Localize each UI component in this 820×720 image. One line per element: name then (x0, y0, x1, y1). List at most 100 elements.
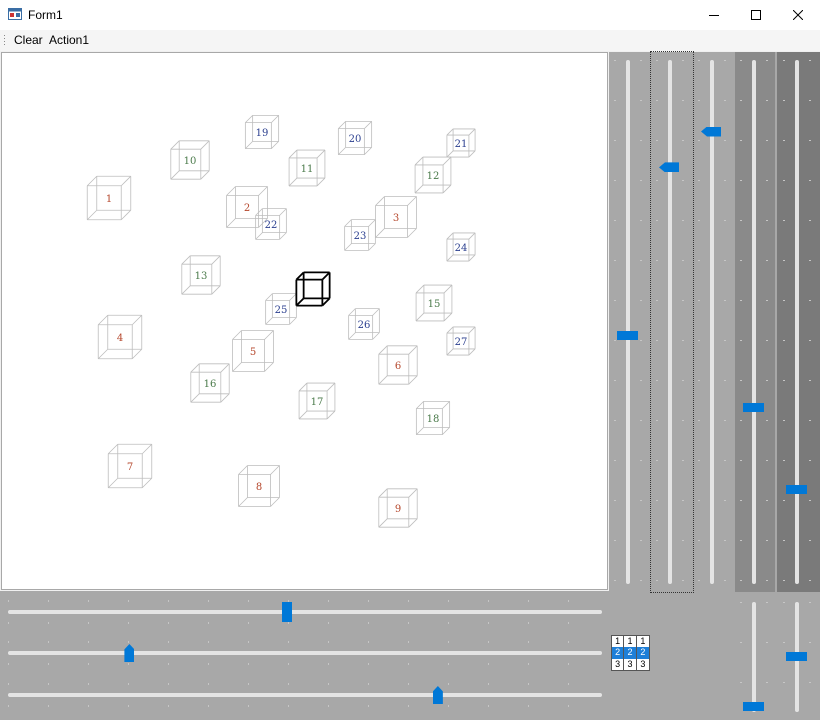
slider-thumb[interactable] (743, 403, 764, 413)
cube[interactable]: 17 (298, 382, 336, 420)
cube-label: 19 (256, 128, 269, 139)
hslider-1[interactable] (281, 602, 292, 622)
cube[interactable]: 8 (238, 465, 280, 507)
slider-ticks (8, 683, 602, 685)
grid-cell[interactable]: 1 (637, 636, 649, 647)
slider-ticks (740, 602, 742, 712)
cube[interactable]: 13 (181, 255, 221, 295)
cube-label: 17 (311, 397, 324, 408)
slider-track (752, 602, 756, 712)
cube[interactable]: 6 (378, 345, 418, 385)
grid-cell[interactable]: 3 (624, 658, 637, 670)
cube-label: 13 (195, 271, 208, 282)
menu-item-action1[interactable]: Action1 (47, 33, 91, 47)
cube[interactable]: 18 (415, 400, 451, 436)
cube-label: 11 (301, 164, 314, 175)
cube-label: 23 (354, 231, 367, 242)
cube[interactable]: 7 (107, 443, 153, 489)
window-title: Form1 (28, 8, 63, 22)
small-vslider-1[interactable] (743, 702, 764, 711)
cube[interactable]: 22 (255, 208, 287, 240)
selected-cube[interactable] (295, 271, 331, 307)
cube-label: 20 (349, 134, 362, 145)
grid-cell[interactable]: 1 (612, 636, 625, 648)
slider-ticks (682, 60, 684, 584)
cube-label: 22 (265, 220, 278, 231)
slider-ticks (8, 600, 602, 602)
cube[interactable]: 25 (265, 293, 297, 325)
small-vslider-2[interactable] (786, 652, 807, 661)
cube[interactable]: 2 (226, 186, 268, 228)
cube-label: 9 (395, 504, 401, 515)
grid-cell[interactable]: 3 (637, 659, 649, 670)
slider-ticks (8, 663, 602, 665)
cube[interactable]: 11 (288, 149, 326, 187)
cube[interactable]: 19 (244, 114, 280, 150)
slider-track (626, 60, 630, 584)
slider-thumb[interactable] (617, 331, 638, 341)
close-icon (793, 10, 803, 20)
cube-label: 3 (393, 213, 399, 224)
slider-ticks (698, 60, 700, 584)
slider-ticks (740, 60, 742, 584)
cube-label: 15 (428, 299, 441, 310)
cube-label: 24 (455, 243, 468, 254)
slider-track (8, 610, 602, 614)
slider-track (752, 60, 756, 584)
cube[interactable]: 3 (375, 196, 417, 238)
number-grid[interactable]: 1 1 1 2 2 2 3 3 3 (611, 635, 650, 671)
cube[interactable]: 23 (344, 219, 376, 251)
grid-cell-selected[interactable]: 2 (612, 647, 625, 659)
slider-ticks (783, 602, 785, 712)
cube[interactable]: 20 (337, 120, 373, 156)
cube-label: 8 (256, 482, 262, 493)
grid-cell-selected[interactable]: 2 (624, 647, 637, 659)
cube[interactable]: 4 (97, 314, 143, 360)
cube-label: 16 (204, 379, 217, 390)
cube-label: 25 (275, 305, 288, 316)
slider-ticks (766, 602, 768, 712)
slider-ticks (614, 60, 616, 584)
cube-label: 7 (127, 462, 133, 473)
cube-label: 4 (117, 333, 123, 344)
close-button[interactable] (776, 0, 820, 30)
minimize-icon (709, 15, 719, 16)
slider-ticks (783, 60, 785, 584)
cube-label: 27 (455, 337, 468, 348)
slider-ticks (809, 60, 811, 584)
cube[interactable]: 21 (446, 128, 476, 158)
cube[interactable]: 15 (415, 284, 453, 322)
menu-bar: Clear Action1 (0, 30, 820, 51)
cube[interactable]: 16 (190, 363, 230, 403)
drawing-canvas[interactable]: 1 2 3 4 5 6 7 8 9 10 11 12 13 15 16 17 18 19 20 21 22 23 24 25 2… (1, 52, 608, 590)
maximize-icon (751, 10, 761, 20)
cube[interactable]: 26 (348, 308, 380, 340)
slider-track (710, 60, 714, 584)
toolstrip-grip-icon (3, 34, 6, 47)
menu-item-clear[interactable]: Clear (12, 33, 45, 47)
cube-label: 21 (455, 139, 468, 150)
cube-label: 2 (244, 203, 250, 214)
slider-ticks (8, 622, 602, 624)
cube[interactable]: 24 (446, 232, 476, 262)
grid-cell-selected[interactable]: 2 (636, 647, 649, 659)
cube[interactable]: 1 (86, 175, 132, 221)
slider-ticks (640, 60, 642, 584)
cube[interactable]: 27 (446, 326, 476, 356)
slider-track (795, 60, 799, 584)
slider-track (8, 693, 602, 697)
slider-ticks (766, 60, 768, 584)
cube-label: 26 (358, 320, 371, 331)
cube[interactable]: 12 (414, 156, 452, 194)
slider-ticks (724, 60, 726, 584)
maximize-button[interactable] (734, 0, 778, 30)
slider-thumb[interactable] (786, 484, 807, 494)
slider-ticks (809, 602, 811, 712)
minimize-button[interactable] (692, 0, 736, 30)
grid-cell[interactable]: 1 (624, 636, 637, 648)
cube[interactable]: 9 (378, 488, 418, 528)
cube[interactable]: 10 (170, 140, 210, 180)
grid-cell[interactable]: 3 (612, 658, 625, 670)
slider-ticks (8, 705, 602, 707)
cube[interactable]: 5 (232, 330, 274, 372)
